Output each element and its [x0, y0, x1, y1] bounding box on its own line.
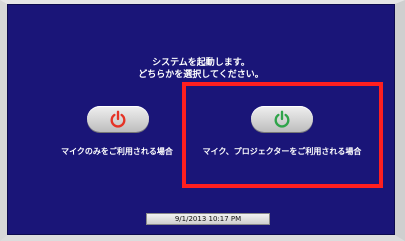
datetime-display: 9/1/2013 10:17 PM [146, 213, 270, 225]
startup-message: システムを起動します。 どちらかを選択してください。 [7, 57, 395, 81]
power-icon [109, 110, 127, 128]
message-line-1: システムを起動します。 [152, 58, 250, 68]
selection-highlight-box [182, 82, 383, 188]
mic-only-power-button[interactable] [87, 106, 149, 132]
message-line-2: どちらかを選択してください。 [138, 70, 264, 80]
mic-only-label: マイクのみをご利用される場合 [61, 147, 173, 156]
